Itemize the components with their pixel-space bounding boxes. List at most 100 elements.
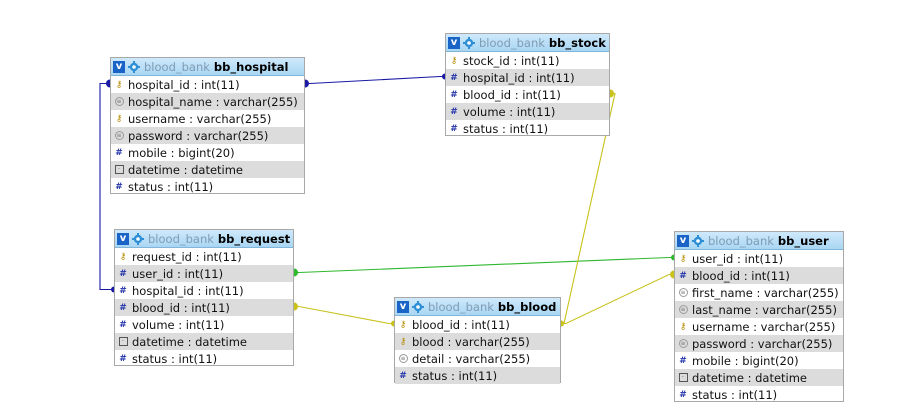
- table-options-gear-icon[interactable]: [412, 300, 424, 313]
- column-label: blood_id : int(11): [132, 300, 230, 315]
- database-name: blood_bank: [148, 231, 214, 246]
- key-icon: ⚷: [113, 80, 125, 90]
- column-label: status : int(11): [692, 387, 778, 402]
- relation-end-marker: [305, 79, 309, 88]
- table-options-gear-icon[interactable]: [463, 36, 475, 49]
- column-row[interactable]: # status : int(11): [395, 367, 560, 384]
- number-icon-glyph: #: [119, 268, 127, 279]
- column-row[interactable]: ≡ last_name : varchar(255): [675, 301, 843, 318]
- column-row[interactable]: ⚷ blood_id : int(11): [395, 316, 560, 333]
- column-row[interactable]: # volume : int(11): [115, 316, 293, 333]
- table-name: bb_request: [217, 231, 291, 246]
- table-header[interactable]: v blood_bank bb_blood: [395, 298, 560, 316]
- column-row[interactable]: ⚷ hospital_id : int(11): [111, 76, 304, 93]
- collapse-toggle-icon[interactable]: v: [677, 234, 689, 247]
- column-row[interactable]: ⚷ stock_id : int(11): [446, 52, 609, 69]
- string-icon: ≡: [677, 288, 689, 297]
- column-row[interactable]: # mobile : bigint(20): [111, 144, 304, 161]
- column-label: datetime : datetime: [132, 334, 248, 349]
- date-icon-glyph: ·: [114, 165, 124, 174]
- number-icon-glyph: #: [119, 302, 127, 313]
- column-label: datetime : datetime: [128, 162, 244, 177]
- table-bb-blood[interactable]: v blood_bank bb_blood ⚷ blood_id : int(11) ⚷ b…: [394, 297, 561, 384]
- column-row[interactable]: # status : int(11): [111, 178, 304, 195]
- column-row[interactable]: ⚷ blood : varchar(255): [395, 333, 560, 350]
- table-name: bb_hospital: [213, 59, 289, 74]
- collapse-toggle-icon[interactable]: v: [397, 300, 409, 313]
- key-icon: ⚷: [397, 320, 409, 330]
- column-label: user_id : int(11): [132, 266, 224, 281]
- relation-end-marker: [294, 268, 298, 277]
- column-row[interactable]: # status : int(11): [446, 120, 609, 137]
- column-row[interactable]: # hospital_id : int(11): [115, 282, 293, 299]
- table-bb-hospital[interactable]: v blood_bank bb_hospital ⚷ hospital_id : int…: [110, 57, 305, 194]
- number-icon: #: [113, 182, 125, 192]
- column-label: blood : varchar(255): [412, 334, 530, 349]
- string-icon-glyph: ≡: [114, 131, 124, 140]
- key-icon-glyph: ⚷: [399, 319, 407, 330]
- table-bb-stock[interactable]: v blood_bank bb_stock ⚷ stock_id : int(11) # h…: [445, 33, 610, 136]
- table-header[interactable]: v blood_bank bb_request: [115, 230, 293, 248]
- column-row[interactable]: ⚷ user_id : int(11): [675, 250, 843, 267]
- column-row[interactable]: ≡ detail : varchar(255): [395, 350, 560, 367]
- column-row[interactable]: # status : int(11): [675, 386, 843, 403]
- column-row[interactable]: # blood_id : int(11): [675, 267, 843, 284]
- number-icon-glyph: #: [450, 89, 458, 100]
- column-row[interactable]: # blood_id : int(11): [115, 299, 293, 316]
- number-icon-glyph: #: [119, 285, 127, 296]
- key-icon-glyph: ⚷: [115, 79, 123, 90]
- column-row[interactable]: # status : int(11): [115, 350, 293, 367]
- column-row[interactable]: ≡ password : varchar(255): [111, 127, 304, 144]
- column-row[interactable]: ⚷ request_id : int(11): [115, 248, 293, 265]
- string-icon-glyph: ≡: [398, 354, 408, 363]
- string-icon-glyph: ≡: [678, 305, 688, 314]
- table-header[interactable]: v blood_bank bb_stock: [446, 34, 609, 52]
- column-label: volume : int(11): [463, 104, 556, 119]
- column-row[interactable]: # hospital_id : int(11): [446, 69, 609, 86]
- string-icon: ≡: [677, 305, 689, 314]
- column-row[interactable]: · datetime : datetime: [115, 333, 293, 350]
- number-icon: #: [448, 107, 460, 117]
- table-bb-request[interactable]: v blood_bank bb_request ⚷ request_id : int(1…: [114, 229, 294, 366]
- column-row[interactable]: # user_id : int(11): [115, 265, 293, 282]
- column-row[interactable]: # volume : int(11): [446, 103, 609, 120]
- column-row[interactable]: # mobile : bigint(20): [675, 352, 843, 369]
- table-header[interactable]: v blood_bank bb_hospital: [111, 58, 304, 76]
- key-icon-glyph: ⚷: [679, 321, 687, 332]
- relation-end-marker: [561, 320, 564, 327]
- table-options-gear-icon[interactable]: [692, 234, 704, 247]
- table-header[interactable]: v blood_bank bb_user: [675, 232, 843, 250]
- column-row[interactable]: ⚷ username : varchar(255): [675, 318, 843, 335]
- number-icon-glyph: #: [450, 123, 458, 134]
- column-label: volume : int(11): [132, 317, 225, 332]
- relation-end-marker: [294, 302, 298, 311]
- table-bb-user[interactable]: v blood_bank bb_user ⚷ user_id : int(11) # blo…: [674, 231, 844, 402]
- column-row[interactable]: ≡ first_name : varchar(255): [675, 284, 843, 301]
- number-icon: #: [117, 320, 129, 330]
- date-icon: ·: [117, 337, 129, 346]
- column-label: username : varchar(255): [692, 319, 836, 334]
- column-row[interactable]: ≡ password : varchar(255): [675, 335, 843, 352]
- number-icon: #: [448, 124, 460, 134]
- column-row[interactable]: · datetime : datetime: [675, 369, 843, 386]
- collapse-toggle-icon[interactable]: v: [113, 60, 125, 73]
- database-name: blood_bank: [428, 299, 494, 314]
- column-row[interactable]: # blood_id : int(11): [446, 86, 609, 103]
- column-row[interactable]: ⚷ username : varchar(255): [111, 110, 304, 127]
- column-row[interactable]: ≡ hospital_name : varchar(255): [111, 93, 304, 110]
- column-label: password : varchar(255): [692, 336, 833, 351]
- key-icon-glyph: ⚷: [679, 253, 687, 264]
- collapse-toggle-icon[interactable]: v: [117, 232, 129, 245]
- column-label: password : varchar(255): [128, 128, 269, 143]
- number-icon-glyph: #: [679, 270, 687, 281]
- table-options-gear-icon[interactable]: [128, 60, 140, 73]
- number-icon: #: [448, 90, 460, 100]
- column-label: datetime : datetime: [692, 370, 808, 385]
- column-label: hospital_name : varchar(255): [128, 94, 298, 109]
- number-icon-glyph: #: [399, 370, 407, 381]
- column-label: blood_id : int(11): [463, 87, 561, 102]
- collapse-toggle-icon[interactable]: v: [448, 36, 460, 49]
- number-icon-glyph: #: [679, 389, 687, 400]
- table-options-gear-icon[interactable]: [132, 232, 144, 245]
- column-row[interactable]: · datetime : datetime: [111, 161, 304, 178]
